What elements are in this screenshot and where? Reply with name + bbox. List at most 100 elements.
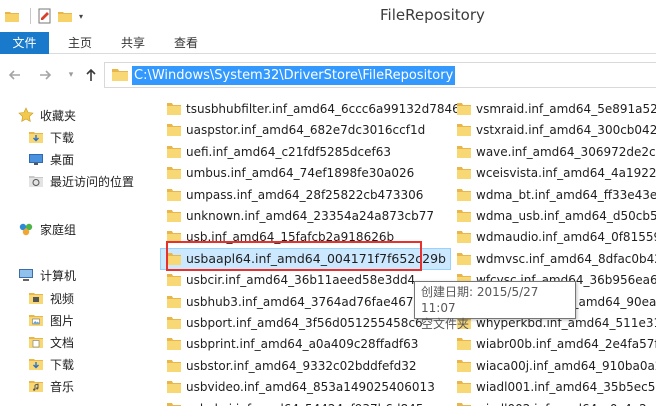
folder-list-item[interactable]: usbhub3.inf_amd64_3764ad76fae467bc [166,291,428,313]
folder-list-item[interactable]: vsmraid.inf_amd64_5e891a5235 [456,98,656,120]
nav-item-label: 音乐 [50,379,75,394]
toolbar-divider [30,8,31,24]
folder-list-item[interactable]: wdma_bt.inf_amd64_ff33e43ec6 [456,184,656,206]
folder-name: wceisvista.inf_amd64_4a19223e [476,166,656,181]
nav-favorites[interactable]: 收藏夹 [18,104,76,126]
folder-icon [4,8,20,24]
nav-homegroup-label: 家庭组 [40,222,77,237]
folder-icon [167,124,181,137]
folder-list-item[interactable]: umbus.inf_amd64_74ef1898fe30a026 [166,162,414,184]
desktop-icon [28,151,44,167]
tooltip-created-date: 创建日期: 2015/5/27 11:07 [421,285,539,315]
nav-item-documents[interactable]: 文档 [28,331,74,353]
folder-icon [457,338,471,351]
folder-list-item[interactable]: usbprint.inf_amd64_a0a409c28ffadf63 [166,333,418,355]
folder-list-item[interactable]: wdmaudio.inf_amd64_0f81559c [456,226,656,248]
tab-file[interactable]: 文件 [0,32,49,54]
nav-item-label: 下载 [50,357,75,372]
folder-name: umpass.inf_amd64_28f25822cb473306 [186,187,424,202]
folder-icon [457,103,471,115]
folder-list-item[interactable]: wiadl002.inf_amd64_c0c4e2aa55 [456,398,656,406]
folder-icon [167,295,181,308]
folder-name: uaspstor.inf_amd64_682e7dc3016ccf1d [186,123,426,138]
folder-list-item[interactable]: usbvideo.inf_amd64_853a149025406013 [166,376,435,398]
nav-item-pictures[interactable]: 图片 [28,309,74,331]
nav-computer[interactable]: 计算机 [18,264,76,286]
folder-icon [111,68,129,82]
folder-icon [457,402,471,406]
folder-list-item[interactable]: usbcir.inf_amd64_36b11aeed58e3dd4 [166,269,415,291]
recent-places-icon [28,173,44,189]
folder-list-item[interactable]: usbxhci.inf_amd64_54424af937b6d845 [166,398,423,406]
folder-icon [457,210,471,222]
folder-list-item[interactable]: wdmvsc.inf_amd64_8dfac0b424 [456,248,656,270]
tab-share[interactable]: 共享 [121,32,145,54]
folder-icon [167,338,181,351]
folder-name: usbcir.inf_amd64_36b11aeed58e3dd4 [186,273,416,288]
folder-list-item[interactable]: uaspstor.inf_amd64_682e7dc3016ccf1d [166,119,425,141]
folder-list-item[interactable]: tsusbhubfilter.inf_amd64_6ccc6a99132d784… [166,98,460,120]
folder-name: wdmaudio.inf_amd64_0f81559c [476,230,656,245]
nav-item-label: 图片 [50,313,75,328]
folder-name: unknown.inf_amd64_23354a24a873cb77 [186,209,434,223]
folder-list-item[interactable]: wdma_usb.inf_amd64_d50cb57f [456,205,656,227]
nav-item-label: 桌面 [50,152,75,167]
star-icon [18,107,34,123]
folder-name: vsmraid.inf_amd64_5e891a5235 [476,102,656,116]
up-button[interactable] [82,66,100,84]
folder-list-item[interactable]: uefi.inf_amd64_c21fdf5285dcef63 [166,141,391,163]
recent-locations-dropdown[interactable]: ▾ [62,67,80,85]
navigation-pane: 收藏夹 下载 桌面 最近访问的位置 家庭组 计算机 视频 图片 文档 下载 音乐 [0,96,150,406]
properties-icon[interactable] [37,8,53,24]
folder-name: wiadl001.inf_amd64_35b5ec5e9 [476,380,656,395]
folder-list-item[interactable]: usbport.inf_amd64_3f56d051255458c6 [166,312,423,334]
nav-homegroup[interactable]: 家庭组 [18,218,76,240]
nav-favorites-label: 收藏夹 [40,108,77,123]
folder-name: wiadl002.inf_amd64_c0c4e2aa55 [476,402,656,406]
nav-item-videos[interactable]: 视频 [28,287,74,309]
folder-icon [167,317,181,329]
nav-item-label: 下载 [50,130,75,145]
folder-list-item[interactable]: unknown.inf_amd64_23354a24a873cb77 [166,205,434,227]
folder-list-item[interactable]: vstxraid.inf_amd64_300cb04282 [456,119,656,141]
folder-name: usbprint.inf_amd64_a0a409c28ffadf63 [186,337,419,352]
folder-name: usbvideo.inf_amd64_853a149025406013 [186,380,435,395]
nav-item-recent-places[interactable]: 最近访问的位置 [28,170,134,192]
folder-list-item[interactable]: usbstor.inf_amd64_9332c02bddfefd32 [166,355,417,377]
folder-list-item[interactable]: umpass.inf_amd64_28f25822cb473306 [166,184,423,206]
folder-icon [457,145,471,158]
address-path[interactable]: C:\Windows\System32\DriverStore\FileRepo… [132,66,456,85]
tab-home[interactable]: 主页 [68,32,92,54]
folder-list-item[interactable]: wceisvista.inf_amd64_4a19223e [456,162,656,184]
folder-list-item[interactable]: wiabr00b.inf_amd64_2e4fa57f [456,333,656,355]
documents-folder-icon [28,334,44,350]
nav-item-downloads[interactable]: 下载 [28,126,74,148]
title-bar: ▾ FileRepository [0,0,656,32]
address-bar-row: ▾ C:\Windows\System32\DriverStore\FileRe… [0,58,656,92]
folder-icon [167,210,181,222]
folder-icon [457,124,471,137]
nav-item-downloads-2[interactable]: 下载 [28,353,74,375]
folder-icon [457,167,471,180]
customize-toolbar-dropdown[interactable]: ▾ [79,12,83,21]
folder-list-item[interactable]: wave.inf_amd64_306972de2c32 [456,141,656,163]
tab-view[interactable]: 查看 [174,32,198,54]
nav-item-label: 最近访问的位置 [50,174,135,189]
homegroup-icon [18,221,34,237]
nav-computer-label: 计算机 [40,268,77,283]
nav-item-desktop[interactable]: 桌面 [28,148,74,170]
folder-list-item[interactable]: wiaca00j.inf_amd64_910ba0a25 [456,355,656,377]
folder-name: usbport.inf_amd64_3f56d051255458c6 [186,316,423,330]
forward-button[interactable] [36,66,54,84]
folder-name: wiaca00j.inf_amd64_910ba0a25 [476,358,656,373]
back-button[interactable] [6,66,24,84]
nav-item-label: 视频 [50,291,75,306]
folder-list-item[interactable]: wiadl001.inf_amd64_35b5ec5e9 [456,376,656,398]
videos-folder-icon [28,290,44,306]
folder-icon [167,381,181,394]
nav-item-music[interactable]: 音乐 [28,375,74,397]
new-folder-icon[interactable] [57,8,73,24]
folder-icon [167,167,181,180]
address-field[interactable]: C:\Windows\System32\DriverStore\FileRepo… [104,62,656,88]
downloads-folder-icon [28,129,44,145]
